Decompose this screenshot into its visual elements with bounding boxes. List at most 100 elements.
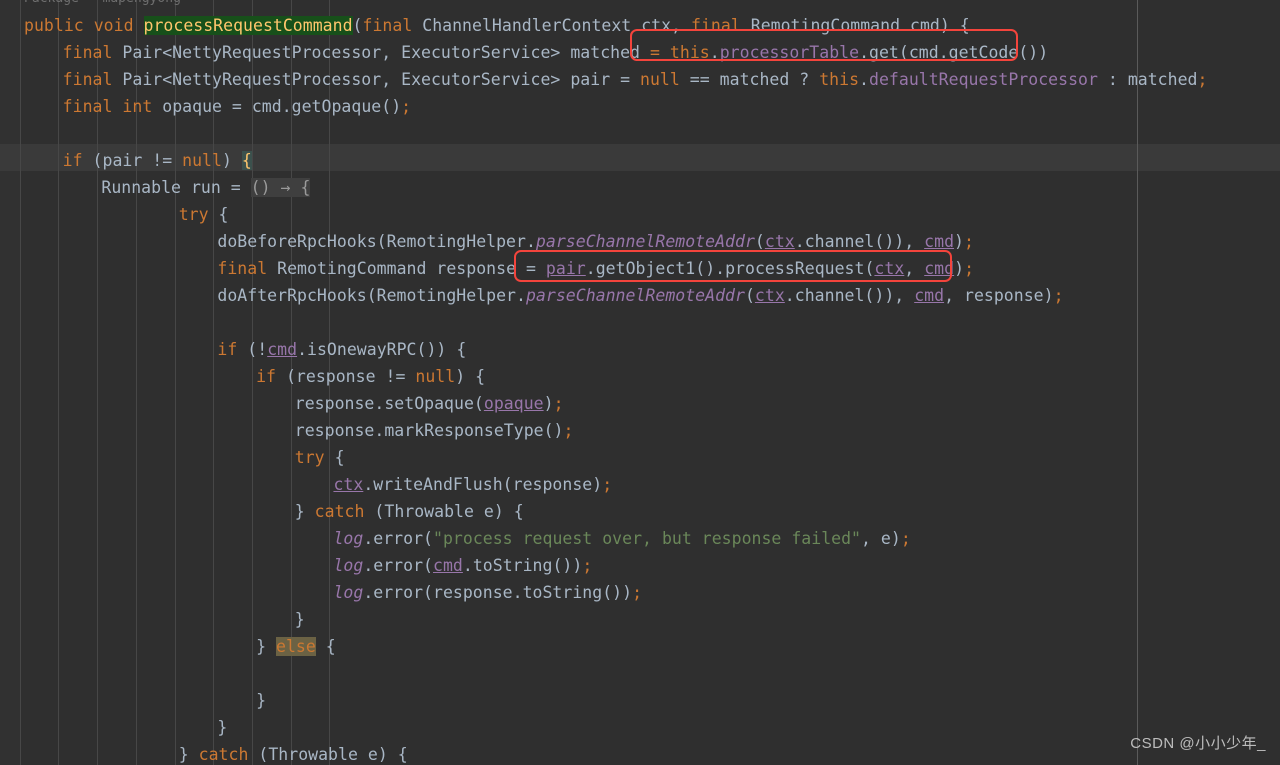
code-token: ctx bbox=[874, 259, 905, 278]
code-token: opaque = cmd.getOpaque() bbox=[152, 97, 402, 116]
code-content[interactable]: public void processRequestCommand(final … bbox=[0, 0, 1280, 765]
code-token: int bbox=[122, 97, 153, 116]
code-line[interactable]: public void processRequestCommand(final … bbox=[0, 12, 970, 39]
code-token: } bbox=[178, 745, 199, 764]
code-token: ; bbox=[553, 394, 564, 413]
code-token: ) { bbox=[455, 367, 486, 386]
code-token: ; bbox=[563, 421, 574, 440]
code-token: catch bbox=[198, 745, 249, 764]
code-token: = bbox=[649, 43, 660, 62]
code-line[interactable]: final Pair<NettyRequestProcessor, Execut… bbox=[0, 39, 1048, 66]
code-token: .error( bbox=[363, 556, 433, 575]
code-token: RemotingCommand cmd) { bbox=[740, 16, 970, 35]
code-token: else bbox=[276, 637, 316, 656]
code-line[interactable]: ctx.writeAndFlush(response); bbox=[0, 471, 612, 498]
code-token: .channel()), bbox=[794, 232, 925, 251]
csdn-watermark: CSDN @小小少年_ bbox=[1130, 735, 1266, 752]
code-line[interactable]: try { bbox=[0, 444, 345, 471]
code-token: if bbox=[256, 367, 276, 386]
code-token: final bbox=[217, 259, 268, 278]
code-line[interactable] bbox=[0, 660, 24, 687]
code-token: . bbox=[709, 43, 720, 62]
code-line[interactable]: doBeforeRpcHooks(RemotingHelper.parseCha… bbox=[0, 228, 974, 255]
code-token: Runnable run = bbox=[101, 178, 251, 197]
code-token: .get(cmd.getCode()) bbox=[859, 43, 1049, 62]
code-line[interactable]: final Pair<NettyRequestProcessor, Execut… bbox=[0, 66, 1208, 93]
code-token: ( bbox=[744, 286, 755, 305]
code-token: ) bbox=[954, 259, 965, 278]
code-token: null bbox=[182, 151, 222, 170]
code-token: , bbox=[904, 259, 925, 278]
code-token: (Throwable e) { bbox=[248, 745, 408, 764]
code-token: null bbox=[415, 367, 456, 386]
code-line[interactable]: Runnable run = () → { bbox=[0, 174, 311, 201]
code-token: response.markResponseType() bbox=[294, 421, 564, 440]
code-line[interactable] bbox=[0, 120, 24, 147]
code-token: ctx bbox=[333, 475, 364, 494]
code-token: { bbox=[241, 151, 252, 170]
code-token: { bbox=[324, 448, 345, 467]
code-line[interactable]: if (response != null) { bbox=[0, 363, 485, 390]
code-token: = bbox=[525, 259, 536, 278]
code-token: ; bbox=[964, 232, 974, 251]
code-line[interactable]: final RemotingCommand response = pair.ge… bbox=[0, 255, 974, 282]
code-token: ) bbox=[954, 232, 964, 251]
code-line[interactable]: log.error(cmd.toString()); bbox=[0, 552, 592, 579]
code-line[interactable]: log.error(response.toString()); bbox=[0, 579, 642, 606]
code-token: log bbox=[333, 529, 364, 548]
code-line[interactable]: doAfterRpcHooks(RemotingHelper.parseChan… bbox=[0, 282, 1064, 309]
code-token: parseChannelRemoteAddr bbox=[525, 286, 745, 305]
code-line[interactable]: response.markResponseType(); bbox=[0, 417, 574, 444]
code-token: try bbox=[294, 448, 325, 467]
code-token: final bbox=[62, 70, 113, 89]
code-token: final bbox=[62, 43, 113, 62]
code-token: log bbox=[333, 583, 364, 602]
code-token: processorTable bbox=[719, 43, 860, 62]
code-token: . bbox=[859, 70, 869, 89]
code-token: (Throwable e) { bbox=[364, 502, 524, 521]
code-line[interactable]: if (pair != null) { bbox=[0, 147, 252, 174]
code-line[interactable]: } bbox=[0, 606, 305, 633]
code-token: .getObject1().processRequest( bbox=[585, 259, 875, 278]
code-token: Pair<NettyRequestProcessor, ExecutorServ… bbox=[112, 70, 641, 89]
code-editor[interactable]: Package mapengyong public void processRe… bbox=[0, 0, 1280, 765]
code-token: } bbox=[217, 718, 228, 737]
code-token: doBeforeRpcHooks(RemotingHelper. bbox=[217, 232, 536, 251]
code-line[interactable]: log.error("process request over, but res… bbox=[0, 525, 911, 552]
code-token: ; bbox=[632, 583, 643, 602]
code-line[interactable] bbox=[0, 309, 24, 336]
code-token: , e) bbox=[861, 529, 901, 548]
code-token: ; bbox=[582, 556, 593, 575]
code-line[interactable]: final int opaque = cmd.getOpaque(); bbox=[0, 93, 411, 120]
code-token: , response) bbox=[944, 286, 1054, 305]
code-token: ; bbox=[964, 259, 975, 278]
code-token: final bbox=[362, 16, 413, 35]
code-line[interactable]: } bbox=[0, 714, 227, 741]
code-token: ) bbox=[543, 394, 554, 413]
code-line[interactable]: try { bbox=[0, 201, 229, 228]
code-token: cmd bbox=[267, 340, 298, 359]
code-token: defaultRequestProcessor bbox=[869, 70, 1098, 89]
code-token: catch bbox=[314, 502, 365, 521]
code-line[interactable]: if (!cmd.isOnewayRPC()) { bbox=[0, 336, 466, 363]
code-token: public bbox=[24, 16, 84, 35]
code-token: try bbox=[178, 205, 209, 224]
code-token: processRequestCommand bbox=[143, 16, 353, 35]
code-line[interactable]: } else { bbox=[0, 633, 336, 660]
code-line[interactable]: } catch (Throwable e) { bbox=[0, 741, 408, 765]
code-line[interactable]: response.setOpaque(opaque); bbox=[0, 390, 564, 417]
code-line[interactable]: } bbox=[0, 687, 266, 714]
code-token: if bbox=[217, 340, 238, 359]
code-token: if bbox=[62, 151, 83, 170]
code-token: .error(response.toString()) bbox=[363, 583, 633, 602]
code-token: final bbox=[691, 16, 741, 35]
code-token: } bbox=[294, 610, 305, 629]
code-line[interactable]: } catch (Throwable e) { bbox=[0, 498, 524, 525]
code-token: cmd bbox=[924, 232, 955, 251]
code-token: Pair<NettyRequestProcessor, ExecutorServ… bbox=[112, 43, 650, 62]
code-token: this bbox=[819, 70, 860, 89]
